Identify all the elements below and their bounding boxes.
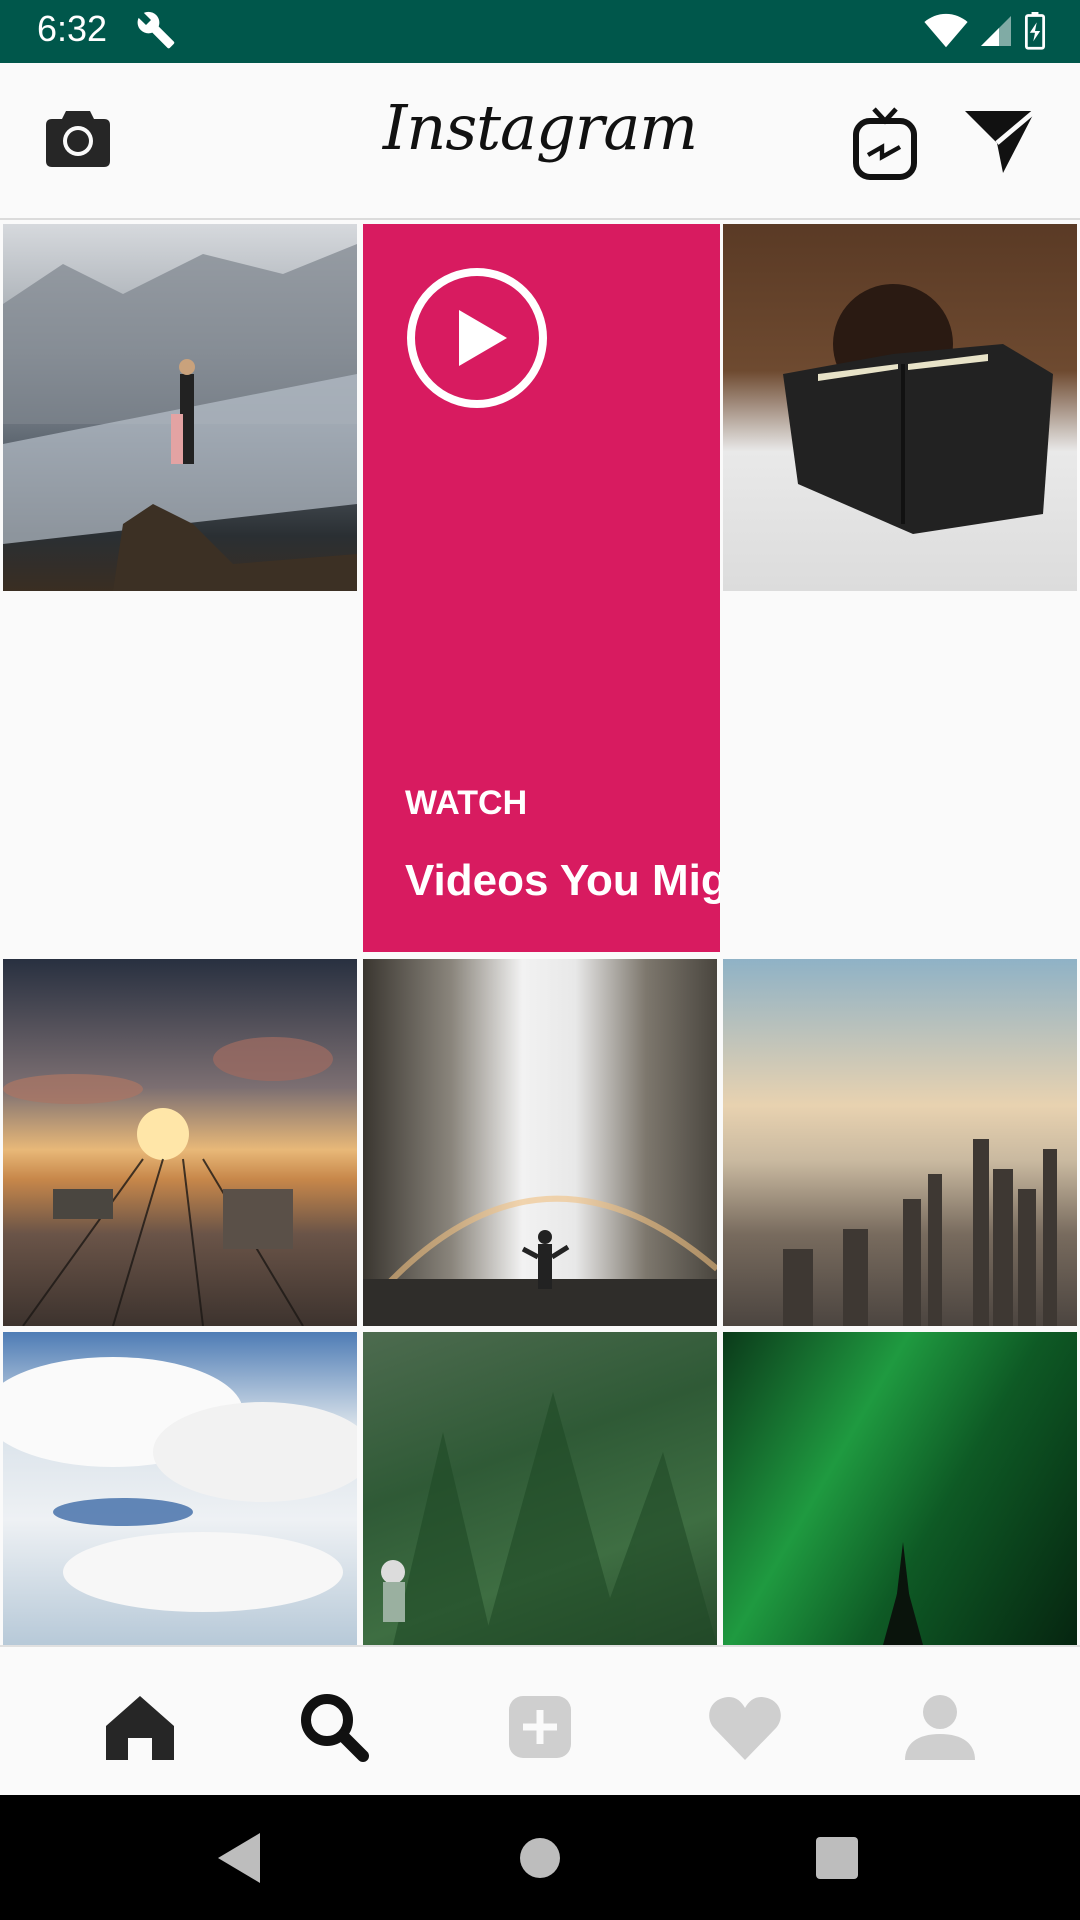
watch-label: WATCH bbox=[405, 784, 528, 822]
forest-hiker-photo[interactable] bbox=[363, 1332, 717, 1645]
battery-icon bbox=[1024, 12, 1046, 55]
clouds-sky-photo[interactable] bbox=[3, 1332, 357, 1645]
home-circle-icon[interactable] bbox=[505, 1823, 575, 1893]
status-time: 6:32 bbox=[37, 8, 108, 49]
bible-reading-photo[interactable] bbox=[723, 224, 1077, 591]
profile-icon[interactable] bbox=[900, 1687, 980, 1767]
direct-message-icon[interactable] bbox=[963, 105, 1037, 180]
system-navigation-bar bbox=[0, 1795, 1080, 1920]
search-icon[interactable] bbox=[294, 1687, 374, 1767]
activity-heart-icon[interactable] bbox=[705, 1687, 785, 1767]
explore-grid: WATCH Videos You Mig bbox=[0, 221, 1080, 1645]
play-icon bbox=[405, 266, 549, 415]
home-icon[interactable] bbox=[100, 1687, 180, 1767]
railway-sunset-photo[interactable] bbox=[3, 959, 357, 1326]
watch-title: Videos You Mig bbox=[405, 856, 720, 905]
watch-videos-card[interactable]: WATCH Videos You Mig bbox=[363, 224, 720, 952]
app-header: Instagram bbox=[0, 63, 1080, 220]
app-logo: Instagram bbox=[382, 91, 698, 164]
camera-icon[interactable] bbox=[42, 105, 114, 178]
mountain-lake-photo[interactable] bbox=[3, 224, 357, 591]
city-skyline-photo[interactable] bbox=[723, 959, 1077, 1326]
igtv-icon[interactable] bbox=[852, 105, 918, 186]
signal-icon bbox=[978, 13, 1014, 54]
status-bar: 6:32 bbox=[0, 0, 1080, 63]
aurora-photo[interactable] bbox=[723, 1332, 1077, 1645]
add-post-icon[interactable] bbox=[500, 1687, 580, 1767]
wrench-icon bbox=[136, 10, 176, 55]
waterfall-rainbow-photo[interactable] bbox=[363, 959, 717, 1326]
bottom-navigation bbox=[0, 1645, 1080, 1797]
wifi-icon bbox=[924, 13, 968, 54]
back-icon[interactable] bbox=[205, 1823, 275, 1893]
recents-icon[interactable] bbox=[802, 1823, 872, 1893]
